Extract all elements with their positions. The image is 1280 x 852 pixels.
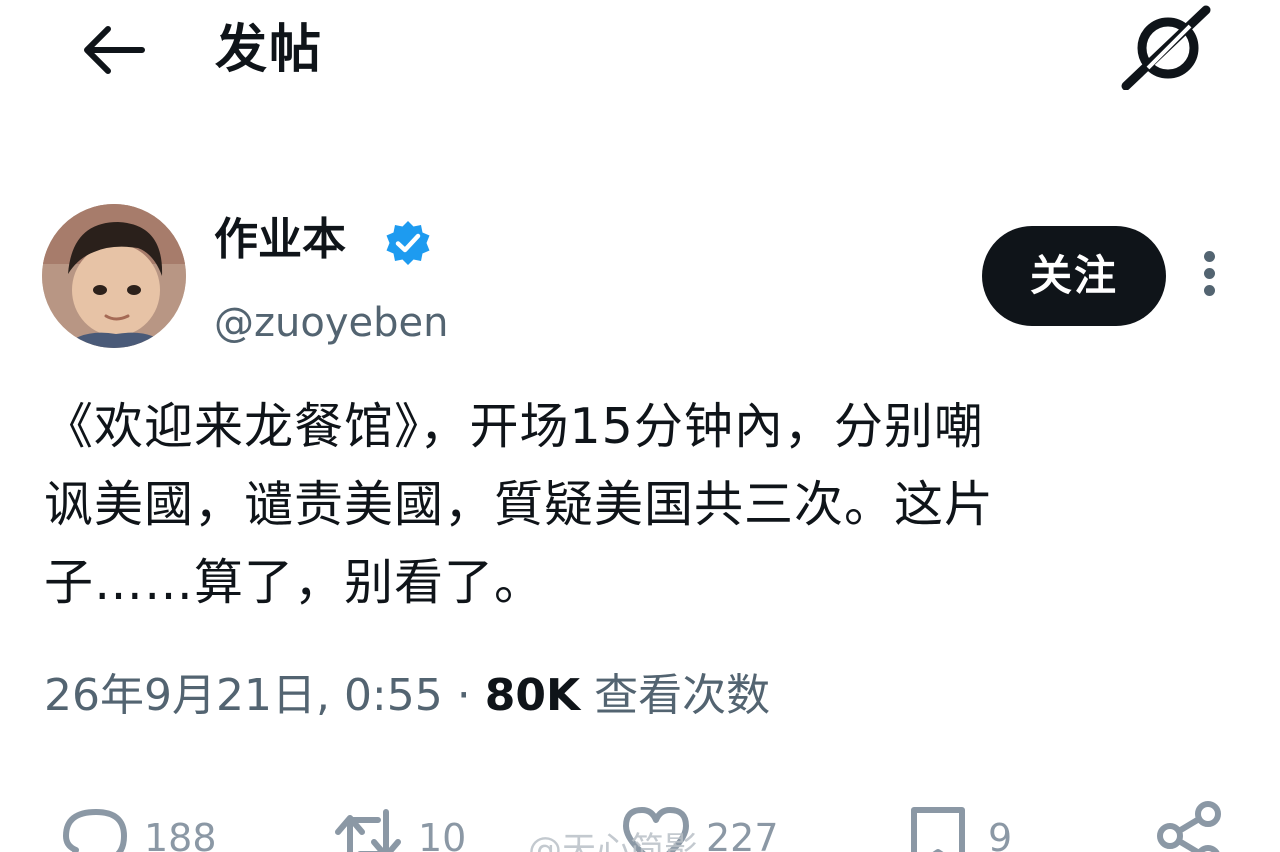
- share-button[interactable]: [1154, 798, 1230, 852]
- top-bar: 发帖: [0, 0, 1280, 110]
- tweet-line: 子……算了，别看了。: [44, 554, 545, 611]
- more-icon: [1192, 251, 1226, 296]
- reply-icon: [63, 809, 127, 852]
- back-button[interactable]: [78, 20, 150, 80]
- more-options-button[interactable]: [1192, 248, 1226, 306]
- page-title: 发帖: [215, 20, 324, 80]
- bookmark-count: 9: [988, 816, 1013, 852]
- grok-button[interactable]: [1120, 4, 1212, 91]
- reply-count: 188: [144, 816, 217, 852]
- grok-icon: [1121, 5, 1211, 91]
- post-timestamp[interactable]: 26年9月21日, 0:55: [44, 670, 443, 721]
- user-handle[interactable]: @zuoyeben: [214, 293, 448, 353]
- avatar[interactable]: [42, 204, 186, 348]
- post-meta: 26年9月21日, 0:55 · 80K 查看次数: [44, 660, 770, 732]
- like-count: 227: [706, 816, 779, 852]
- bookmark-icon: [911, 807, 965, 852]
- views-label: 查看次数: [594, 670, 771, 721]
- follow-button[interactable]: 关注: [982, 226, 1166, 326]
- post-page: 发帖 作业本 @zuoyeben 关注 《欢迎来龙餐馆》，开场15分钟內，分别嘲…: [0, 0, 1280, 852]
- back-arrow-icon: [84, 26, 145, 74]
- watermark: @天心简影: [528, 830, 698, 852]
- verified-badge-icon: [386, 221, 430, 265]
- retweet-button[interactable]: 10: [330, 798, 466, 852]
- share-icon: [1157, 801, 1221, 852]
- avatar-image: [42, 204, 186, 348]
- reply-button[interactable]: 188: [56, 798, 217, 852]
- display-name[interactable]: 作业本: [214, 208, 346, 272]
- tweet-line: 讽美國，谴责美國，質疑美国共三次。这片: [44, 476, 995, 533]
- tweet-text: 《欢迎来龙餐馆》，开场15分钟內，分别嘲 讽美國，谴责美國，質疑美国共三次。这片…: [44, 388, 1244, 622]
- bookmark-button[interactable]: 9: [900, 798, 1012, 852]
- meta-separator: ·: [456, 670, 471, 721]
- retweet-count: 10: [418, 816, 467, 852]
- tweet-line: 《欢迎来龙餐馆》，开场15分钟內，分别嘲: [44, 398, 984, 455]
- views-count: 80K: [484, 670, 581, 721]
- retweet-icon: [335, 809, 401, 852]
